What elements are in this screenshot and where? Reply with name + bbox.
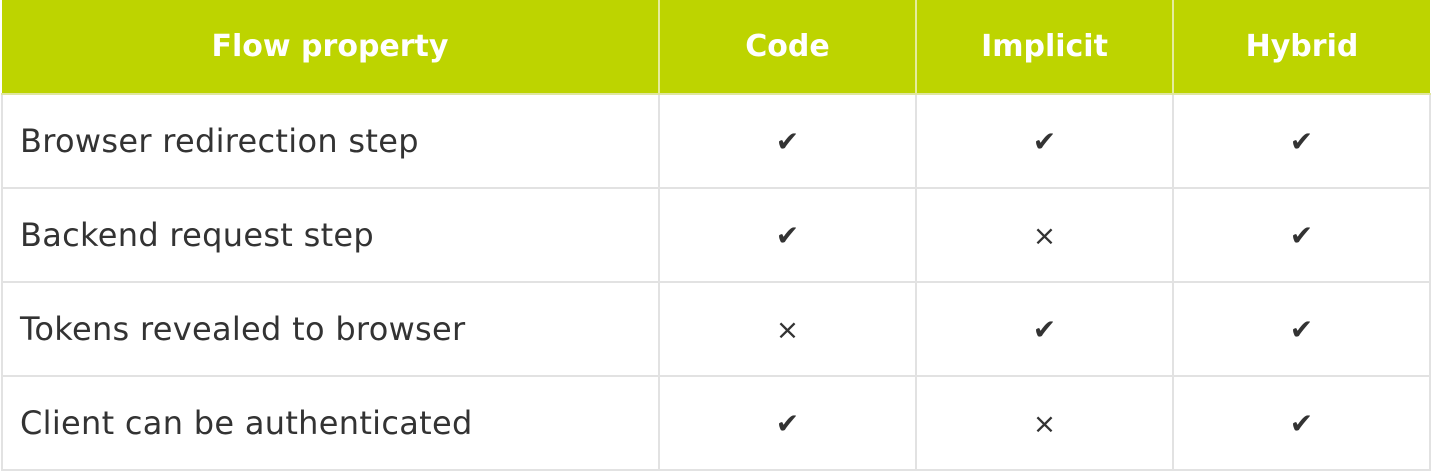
hybrid-mark-icon: ✔ xyxy=(1172,94,1431,189)
code-mark-icon: ✔ xyxy=(658,187,917,283)
table-body: Browser redirection step ✔ ✔ ✔ Backend r… xyxy=(1,94,1431,471)
table-row: Client can be authenticated ✔ × ✔ xyxy=(1,375,1431,471)
code-mark-icon: × xyxy=(658,281,917,377)
header-implicit: Implicit xyxy=(916,0,1174,95)
header-hybrid: Hybrid xyxy=(1173,0,1430,95)
row-label: Tokens revealed to browser xyxy=(1,281,660,377)
hybrid-mark-icon: ✔ xyxy=(1172,281,1431,377)
header-code: Code xyxy=(659,0,917,95)
code-mark-icon: ✔ xyxy=(658,94,917,189)
row-label: Browser redirection step xyxy=(1,94,660,189)
implicit-mark-icon: × xyxy=(915,187,1174,283)
hybrid-mark-icon: ✔ xyxy=(1172,187,1431,283)
table-row: Backend request step ✔ × ✔ xyxy=(1,187,1431,283)
hybrid-mark-icon: ✔ xyxy=(1172,375,1431,471)
header-flow-property: Flow property xyxy=(2,0,660,95)
table-row: Tokens revealed to browser × ✔ ✔ xyxy=(1,281,1431,377)
table-header: Flow property Code Implicit Hybrid xyxy=(2,0,1430,95)
code-mark-icon: ✔ xyxy=(658,375,917,471)
row-label: Backend request step xyxy=(1,187,660,283)
table-row: Browser redirection step ✔ ✔ ✔ xyxy=(1,94,1431,189)
flow-comparison-table: Flow property Code Implicit Hybrid Brows… xyxy=(1,0,1431,471)
implicit-mark-icon: ✔ xyxy=(915,281,1174,377)
implicit-mark-icon: × xyxy=(915,375,1174,471)
header-row: Flow property Code Implicit Hybrid xyxy=(2,0,1430,95)
row-label: Client can be authenticated xyxy=(1,375,660,471)
implicit-mark-icon: ✔ xyxy=(915,94,1174,189)
